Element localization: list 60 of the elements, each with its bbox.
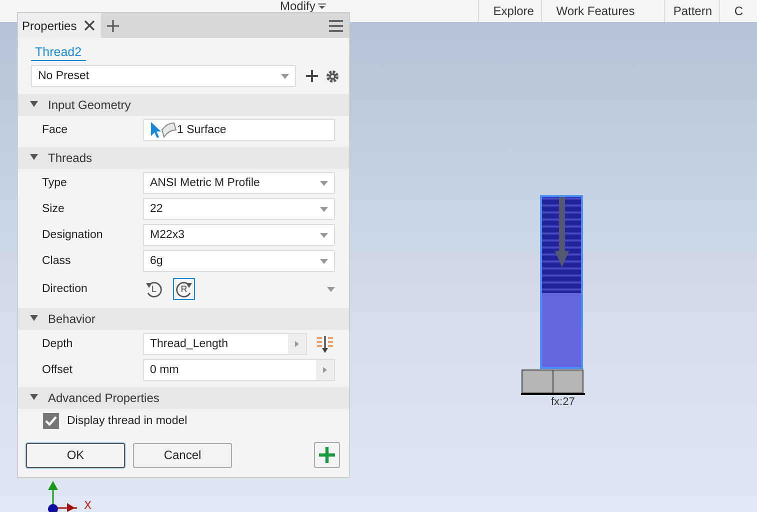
selection-field[interactable]: 1 Surface xyxy=(143,119,335,141)
field-label: Offset xyxy=(42,364,74,376)
add-icon xyxy=(318,446,336,464)
cursor-icon xyxy=(150,122,161,138)
field-label: Designation xyxy=(42,229,104,241)
caret-icon xyxy=(320,206,328,212)
close-icon xyxy=(84,20,95,31)
dimension-label: fx:27 xyxy=(551,396,575,408)
collapse-icon xyxy=(30,315,38,323)
checkmark-icon xyxy=(44,414,58,428)
dropdown-field[interactable]: 6g xyxy=(143,250,335,272)
checkbox-label: Display thread in model xyxy=(67,415,188,427)
direction-button[interactable]: R xyxy=(173,278,195,300)
ribbon-group-label[interactable]: Work Features xyxy=(556,4,635,18)
caret-icon xyxy=(320,180,328,186)
add-button[interactable] xyxy=(314,442,340,468)
section-header[interactable]: Input Geometry xyxy=(18,94,349,116)
dropdown-icon xyxy=(318,3,326,10)
caret-icon xyxy=(281,74,289,78)
surface-icon xyxy=(161,122,177,138)
menu-icon xyxy=(329,20,343,32)
collapse-icon xyxy=(30,394,38,402)
section-header[interactable]: Behavior xyxy=(18,308,349,330)
ribbon-group-label[interactable]: C xyxy=(734,4,743,18)
ribbon-group-label[interactable]: Pattern xyxy=(673,4,712,18)
expression-field[interactable]: 0 mm xyxy=(143,359,335,381)
add-tab-icon xyxy=(106,20,119,32)
field-label: Class xyxy=(42,255,72,267)
collapse-icon xyxy=(30,154,38,162)
ok-button[interactable]: OK xyxy=(26,442,125,468)
panel-tab[interactable]: Properties xyxy=(18,13,101,38)
preset-dropdown[interactable]: No Preset xyxy=(31,65,296,87)
section-header[interactable]: Advanced Properties xyxy=(18,387,349,409)
add-icon xyxy=(306,70,318,82)
caret-icon xyxy=(320,258,328,264)
field-label: Direction xyxy=(42,283,88,295)
settings-icon xyxy=(326,70,339,82)
cancel-button[interactable]: Cancel xyxy=(133,442,232,468)
checkbox[interactable] xyxy=(43,413,59,429)
rotation-arrow-icon xyxy=(175,280,193,298)
ribbon-group-label[interactable]: Explore xyxy=(493,4,534,18)
direction-button[interactable]: L xyxy=(143,278,165,300)
field-label: Type xyxy=(42,177,68,189)
field-label: Size xyxy=(42,203,66,215)
section-header[interactable]: Threads xyxy=(18,147,349,169)
caret-icon xyxy=(327,286,335,292)
field-label: Depth xyxy=(42,338,74,350)
ribbon-group-label[interactable]: Modify xyxy=(280,0,326,13)
arrow-icon xyxy=(295,341,299,347)
collapse-icon xyxy=(30,101,38,109)
depth-icon xyxy=(317,336,333,352)
dropdown-field[interactable]: ANSI Metric M Profile xyxy=(143,172,335,194)
dropdown-field[interactable]: 22 xyxy=(143,198,335,220)
expression-field[interactable]: Thread_Length xyxy=(143,333,307,355)
field-label: Face xyxy=(42,124,69,136)
axis-label: X xyxy=(84,500,92,512)
arrow-icon xyxy=(323,367,327,373)
rotation-arrow-icon xyxy=(145,280,163,298)
dropdown-field[interactable]: M22x3 xyxy=(143,224,335,246)
caret-icon xyxy=(320,232,328,238)
